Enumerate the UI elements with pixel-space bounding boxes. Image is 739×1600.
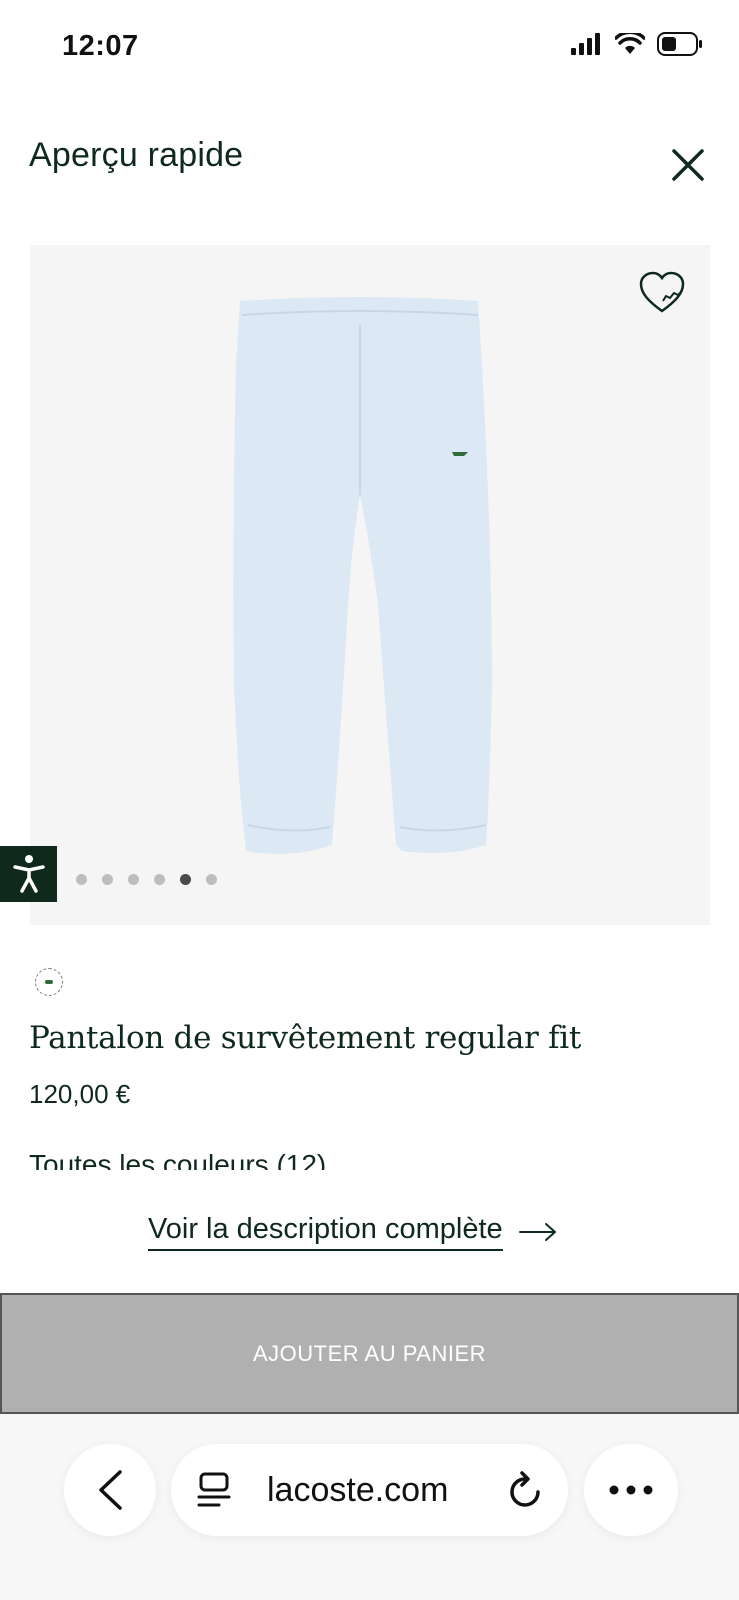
accessibility-button[interactable]	[0, 846, 57, 902]
status-time: 12:07	[62, 30, 139, 62]
quick-view-title: Aperçu rapide	[29, 136, 244, 174]
full-description-link[interactable]: Voir la description complète	[148, 1213, 557, 1251]
close-icon	[672, 149, 704, 181]
carousel-dots	[76, 874, 217, 885]
add-to-cart-label: AJOUTER AU PANIER	[252, 1340, 487, 1366]
carousel-dot[interactable]	[154, 874, 165, 885]
durable-elegance-badge	[35, 968, 63, 996]
product-image-carousel[interactable]	[30, 245, 710, 925]
carousel-dot[interactable]	[206, 874, 217, 885]
page-menu-icon	[197, 1472, 231, 1507]
heart-icon	[639, 271, 685, 313]
product-price: 120,00 €	[29, 1079, 131, 1109]
browser-more-button[interactable]	[584, 1444, 678, 1536]
browser-back-button[interactable]	[64, 1444, 156, 1536]
arrow-right-icon	[518, 1223, 556, 1241]
status-icons	[571, 32, 703, 56]
carousel-dot[interactable]	[102, 874, 113, 885]
carousel-dot[interactable]	[180, 874, 191, 885]
add-to-cart-button[interactable]: AJOUTER AU PANIER	[0, 1293, 739, 1414]
cellular-signal-icon	[571, 33, 600, 55]
reload-icon[interactable]	[508, 1470, 544, 1510]
accessibility-icon	[12, 855, 45, 893]
carousel-dot[interactable]	[128, 874, 139, 885]
chevron-left-icon	[99, 1470, 122, 1510]
url-text: lacoste.com	[267, 1470, 449, 1509]
product-name: Pantalon de survêtement regular fit	[29, 1020, 582, 1056]
more-dots-icon	[609, 1485, 653, 1495]
battery-icon	[657, 32, 702, 56]
close-button[interactable]	[668, 145, 708, 185]
wishlist-button[interactable]	[638, 271, 686, 315]
address-bar[interactable]: lacoste.com	[171, 1444, 568, 1536]
status-bar: 12:07	[0, 0, 739, 95]
carousel-dot[interactable]	[76, 874, 87, 885]
full-description-label: Voir la description complète	[148, 1213, 503, 1251]
product-image	[233, 297, 493, 854]
wifi-icon	[615, 33, 645, 54]
colors-section: Toutes les couleurs (12)	[29, 1148, 709, 1170]
all-colors-label[interactable]: Toutes les couleurs (12)	[29, 1148, 709, 1170]
browser-toolbar: lacoste.com	[0, 1414, 739, 1600]
crocodile-logo-icon	[45, 980, 53, 984]
